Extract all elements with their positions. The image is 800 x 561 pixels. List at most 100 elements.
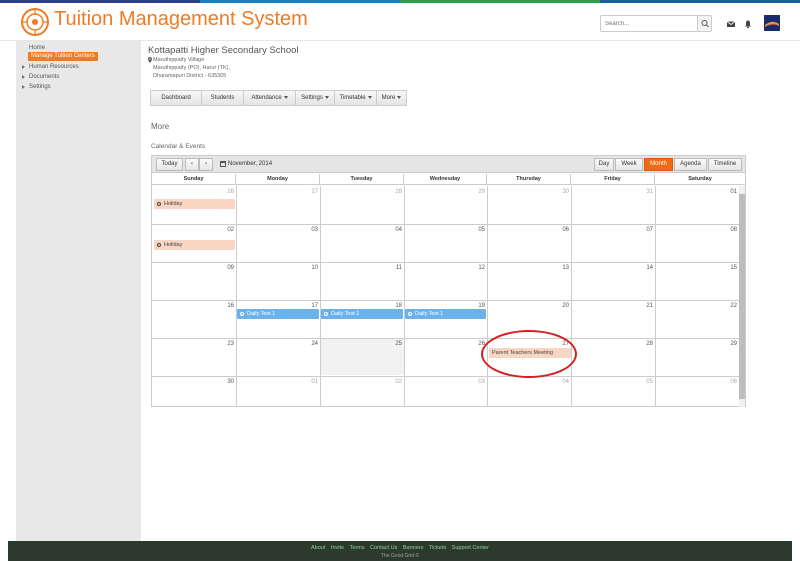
day-number[interactable]: 21 — [573, 303, 653, 309]
day-number[interactable]: 26 — [154, 189, 234, 195]
day-number[interactable]: 30 — [154, 379, 234, 385]
day-number[interactable]: 09 — [154, 265, 234, 271]
day-number[interactable]: 13 — [489, 265, 569, 271]
event-daily-test[interactable]: Daily Test 1 — [237, 309, 319, 319]
day-number[interactable]: 03 — [238, 227, 318, 233]
day-number[interactable]: 20 — [489, 303, 569, 309]
day-number[interactable]: 28 — [322, 189, 402, 195]
day-number[interactable]: 19 — [405, 303, 485, 309]
day-number[interactable]: 06 — [657, 379, 737, 385]
prev-button[interactable]: ‹ — [185, 158, 199, 171]
day-number[interactable]: 08 — [657, 227, 737, 233]
sidebar: Home Human Resources Documents Settings — [16, 41, 141, 541]
day-number[interactable]: 18 — [322, 303, 402, 309]
weekday-label: Wednesday — [404, 174, 487, 185]
view-week-button[interactable]: Week — [615, 158, 643, 171]
view-agenda-button[interactable]: Agenda — [674, 158, 707, 171]
grid-line — [152, 376, 739, 377]
footer-link-invite[interactable]: Invite — [331, 545, 344, 551]
search-box[interactable] — [600, 15, 712, 32]
next-button[interactable]: › — [199, 158, 213, 171]
sidebar-item-home[interactable]: Home — [29, 45, 45, 51]
view-month-button[interactable]: Month — [644, 158, 673, 171]
day-number[interactable]: 31 — [573, 189, 653, 195]
today-button[interactable]: Today — [156, 158, 183, 171]
day-number[interactable]: 04 — [489, 379, 569, 385]
day-number[interactable]: 03 — [405, 379, 485, 385]
day-number[interactable]: 10 — [238, 265, 318, 271]
day-number[interactable]: 12 — [405, 265, 485, 271]
view-day-button[interactable]: Day — [594, 158, 614, 171]
calendar: Today ‹ › November, 2014 Day Week Month … — [151, 155, 746, 407]
page-heading: More — [151, 122, 170, 131]
nav-attendance[interactable]: Attendance — [244, 91, 296, 105]
footer-link-contact[interactable]: Contact Us — [370, 545, 397, 551]
day-number[interactable]: 17 — [238, 303, 318, 309]
clock-icon — [157, 243, 161, 247]
app-title[interactable]: Tuition Management System — [54, 8, 308, 31]
search-button[interactable] — [697, 16, 711, 31]
day-number[interactable]: 11 — [322, 265, 402, 271]
sidebar-item-manage-tuition-centers[interactable]: Manage Tuition Centers — [28, 52, 98, 61]
footer-link-terms[interactable]: Terms — [350, 545, 365, 551]
sidebar-item-human-resources[interactable]: Human Resources — [22, 64, 79, 70]
mail-icon[interactable] — [726, 19, 736, 29]
sidebar-item-settings[interactable]: Settings — [22, 84, 51, 90]
scrollbar-thumb[interactable] — [739, 194, 745, 399]
clock-icon — [240, 312, 244, 316]
nav-students[interactable]: Students — [202, 91, 244, 105]
caret-right-icon — [22, 65, 25, 69]
calendar-scrollbar[interactable] — [739, 186, 745, 407]
day-number[interactable]: 15 — [657, 265, 737, 271]
nav-timetable[interactable]: Timetable — [335, 91, 377, 105]
weekday-label: Monday — [236, 174, 320, 185]
day-number[interactable]: 16 — [154, 303, 234, 309]
day-number[interactable]: 29 — [405, 189, 485, 195]
day-number[interactable]: 23 — [154, 341, 234, 347]
clock-icon — [408, 312, 412, 316]
nav-dashboard[interactable]: Dashboard — [151, 91, 202, 105]
event-holiday[interactable]: Holiday — [154, 199, 235, 209]
bell-icon[interactable] — [743, 19, 753, 29]
grid-line — [236, 186, 237, 407]
day-number[interactable]: 06 — [489, 227, 569, 233]
day-number[interactable]: 14 — [573, 265, 653, 271]
day-number[interactable]: 04 — [322, 227, 402, 233]
weekday-label: Tuesday — [320, 174, 404, 185]
search-input[interactable] — [605, 17, 695, 30]
day-number[interactable]: 05 — [573, 379, 653, 385]
day-number[interactable]: 07 — [573, 227, 653, 233]
day-number[interactable]: 29 — [657, 341, 737, 347]
event-daily-test[interactable]: Daily Test 1 — [321, 309, 403, 319]
weekday-header: Sunday Monday Tuesday Wednesday Thursday… — [152, 174, 745, 185]
footer-link-banners[interactable]: Banners — [403, 545, 424, 551]
day-number[interactable]: 24 — [238, 341, 318, 347]
event-holiday[interactable]: Holiday — [154, 240, 235, 250]
calendar-icon[interactable] — [220, 161, 226, 167]
event-daily-test[interactable]: Daily Test 1 — [405, 309, 486, 319]
nav-settings[interactable]: Settings — [296, 91, 335, 105]
sidebar-item-documents[interactable]: Documents — [22, 74, 59, 80]
day-number[interactable]: 02 — [154, 227, 234, 233]
day-number[interactable]: 02 — [322, 379, 402, 385]
day-number[interactable]: 01 — [657, 189, 737, 195]
day-number[interactable]: 05 — [405, 227, 485, 233]
user-avatar[interactable] — [764, 15, 780, 31]
footer-link-about[interactable]: About — [311, 545, 325, 551]
footer-link-support[interactable]: Support Center — [452, 545, 489, 551]
logo-icon[interactable] — [20, 7, 50, 37]
view-timeline-button[interactable]: Timeline — [708, 158, 742, 171]
day-number[interactable]: 22 — [657, 303, 737, 309]
day-number[interactable]: 25 — [322, 341, 402, 347]
sidebar-item-label: Settings — [29, 84, 51, 90]
grid-line — [487, 186, 488, 407]
event-label: Holiday — [164, 242, 183, 248]
nav-more[interactable]: More — [377, 91, 406, 105]
event-label: Daily Test 1 — [247, 311, 276, 317]
day-number[interactable]: 26 — [405, 341, 485, 347]
day-number[interactable]: 30 — [489, 189, 569, 195]
day-number[interactable]: 28 — [573, 341, 653, 347]
footer-link-tickets[interactable]: Tickets — [429, 545, 446, 551]
day-number[interactable]: 01 — [238, 379, 318, 385]
day-number[interactable]: 27 — [238, 189, 318, 195]
